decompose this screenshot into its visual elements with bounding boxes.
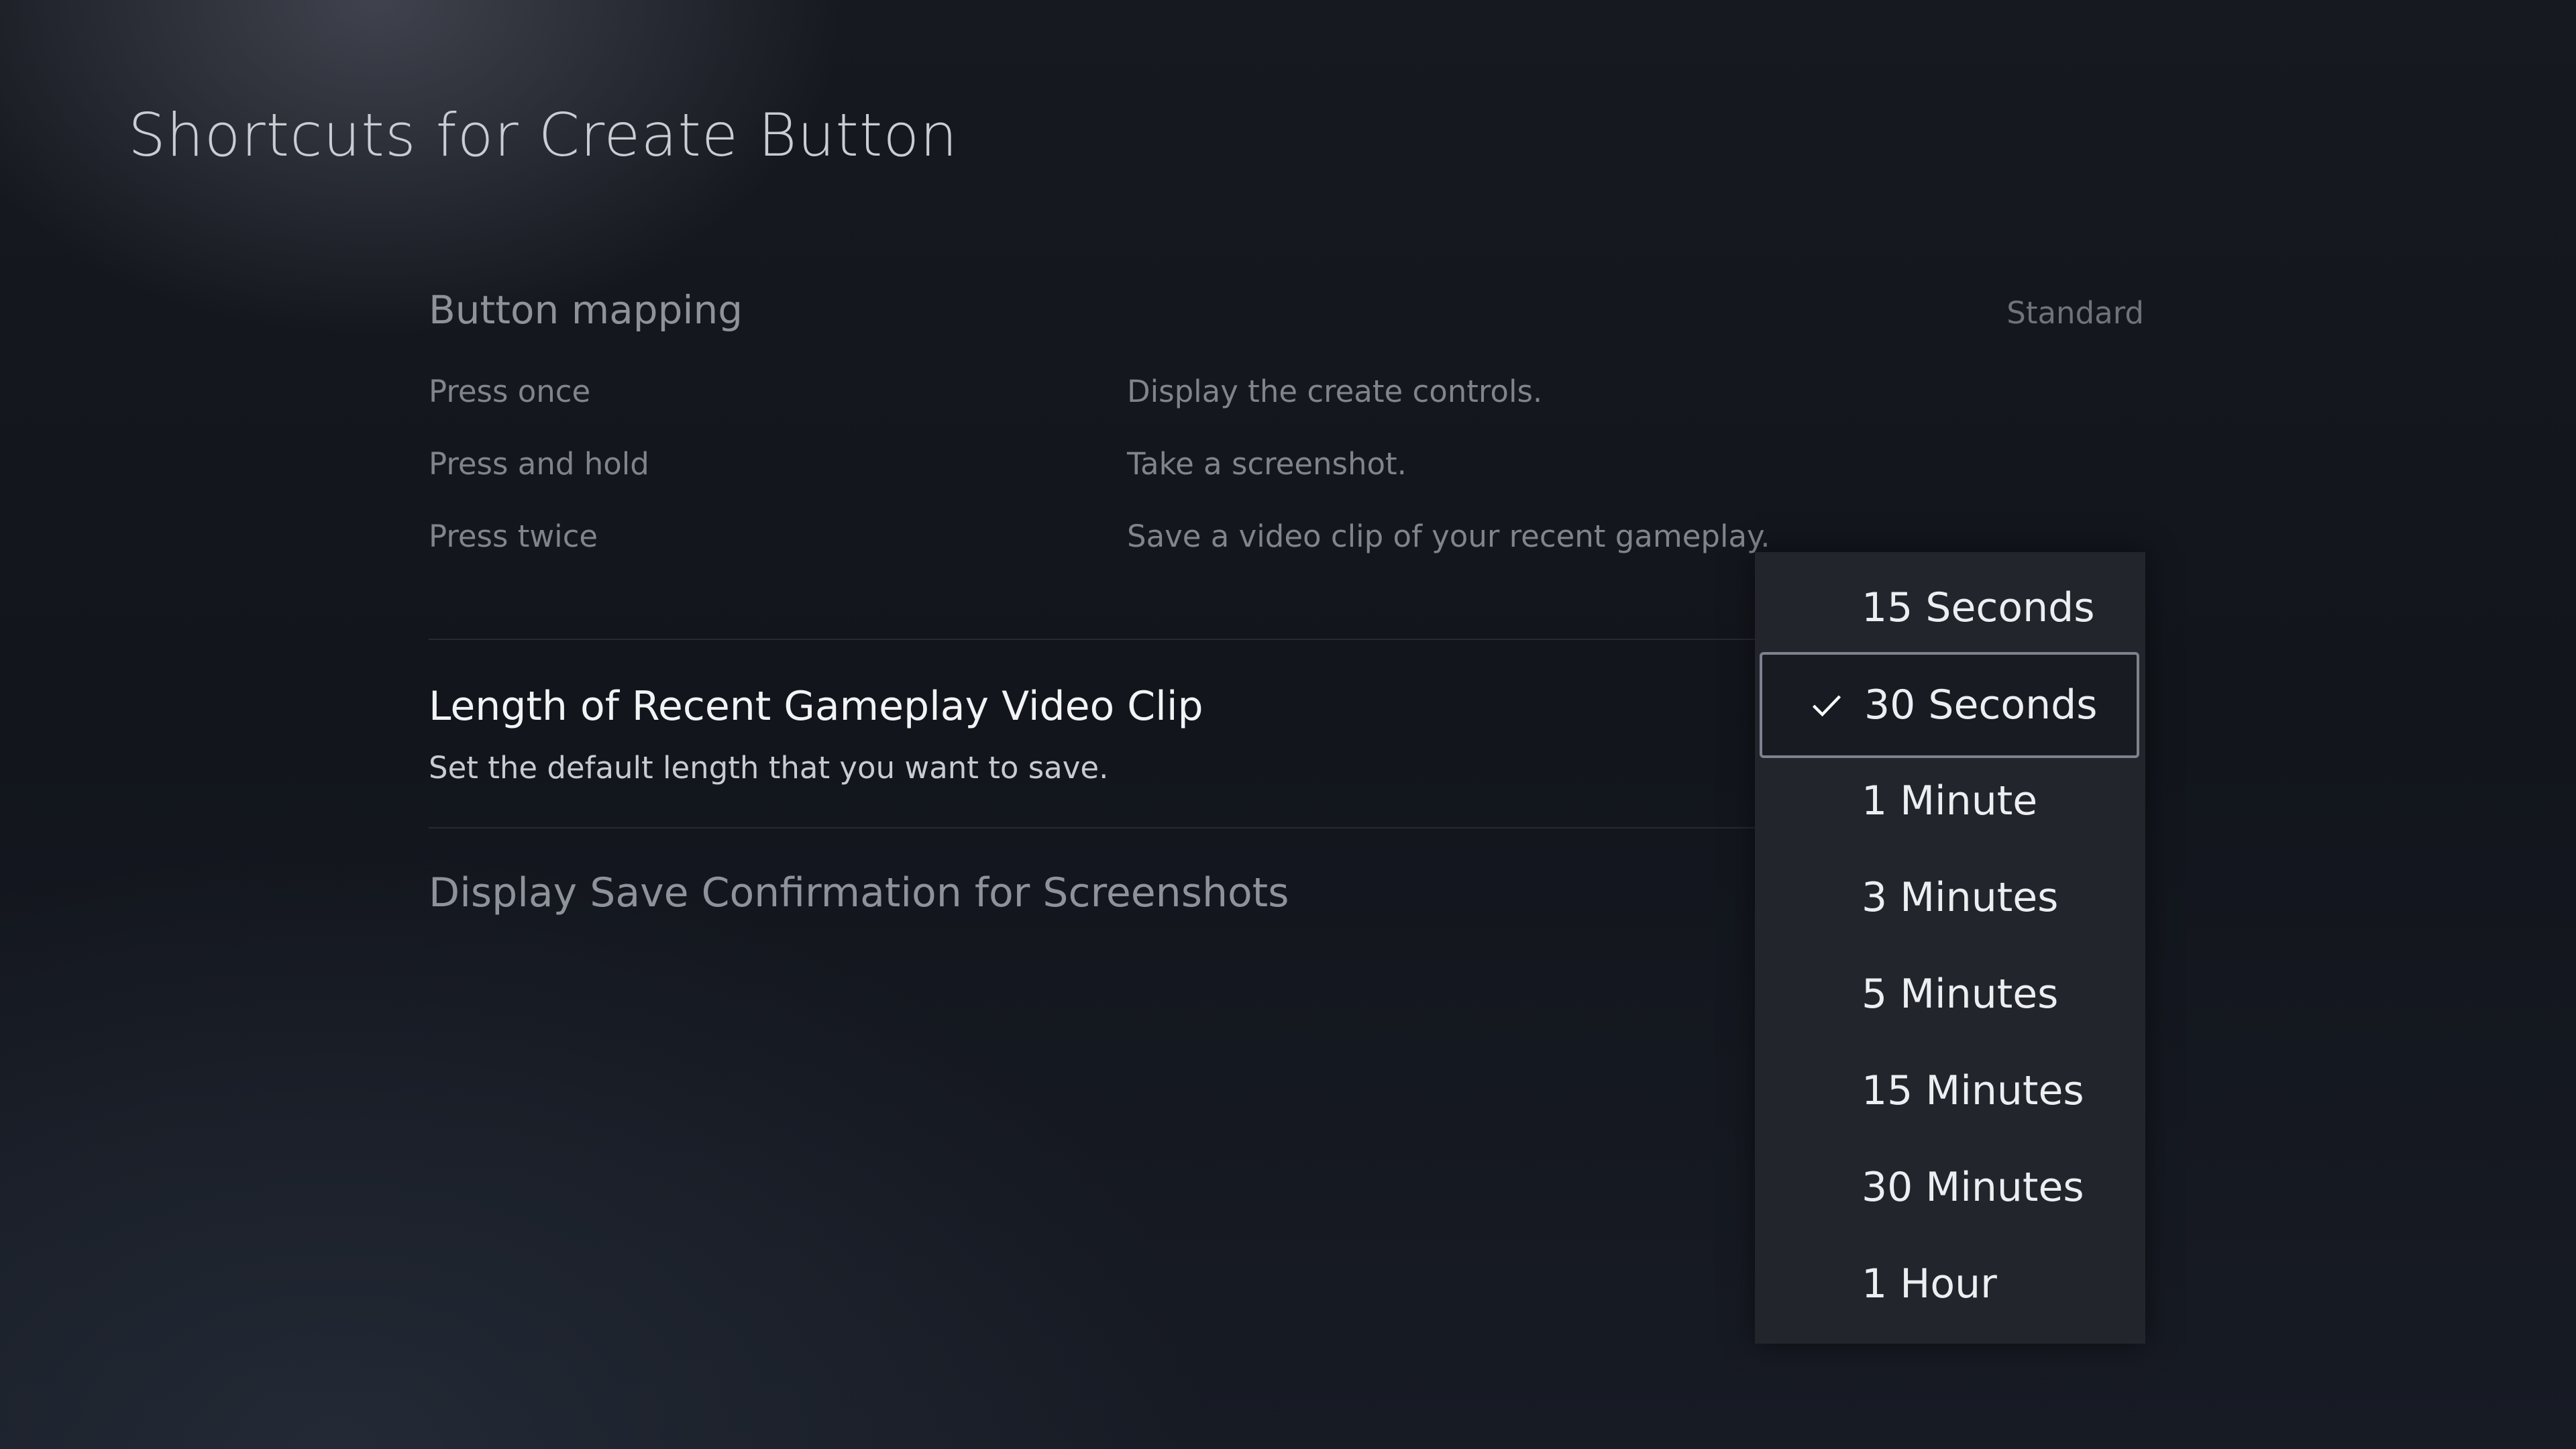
- option-label: 5 Minutes: [1862, 971, 2059, 1018]
- option-label: 15 Seconds: [1862, 584, 2095, 631]
- option-label: 30 Seconds: [1864, 682, 2098, 729]
- button-mapping-label[interactable]: Button mapping: [429, 287, 743, 333]
- clip-length-title: Length of Recent Gameplay Video Clip: [429, 683, 1203, 730]
- checkmark-icon: [1812, 695, 1841, 717]
- option-label: 1 Hour: [1862, 1260, 1997, 1307]
- mapping-action: Press once: [429, 374, 591, 409]
- mapping-result: Take a screenshot.: [1127, 446, 1407, 482]
- option-1-minute[interactable]: 1 Minute: [1755, 753, 2145, 849]
- option-5-minutes[interactable]: 5 Minutes: [1755, 946, 2145, 1042]
- save-confirmation-setting[interactable]: Display Save Confirmation for Screenshot…: [429, 869, 1289, 916]
- option-30-seconds-selected[interactable]: 30 Seconds: [1760, 652, 2139, 758]
- option-3-minutes[interactable]: 3 Minutes: [1755, 849, 2145, 946]
- mapping-action: Press and hold: [429, 446, 649, 482]
- option-label: 30 Minutes: [1862, 1164, 2084, 1211]
- option-1-hour[interactable]: 1 Hour: [1755, 1236, 2145, 1332]
- divider: [429, 639, 1755, 640]
- option-30-minutes[interactable]: 30 Minutes: [1755, 1139, 2145, 1236]
- button-mapping-value: Standard: [2006, 295, 2144, 331]
- option-15-seconds[interactable]: 15 Seconds: [1755, 559, 2145, 656]
- option-label: 15 Minutes: [1862, 1067, 2084, 1114]
- option-15-minutes[interactable]: 15 Minutes: [1755, 1042, 2145, 1139]
- mapping-result: Save a video clip of your recent gamepla…: [1127, 519, 1770, 554]
- option-label: 1 Minute: [1862, 777, 2038, 824]
- divider: [429, 827, 1755, 828]
- clip-length-dropdown[interactable]: 15 Seconds 30 Seconds 1 Minute 3 Minutes…: [1755, 552, 2145, 1344]
- clip-length-description: Set the default length that you want to …: [429, 750, 1109, 786]
- mapping-action: Press twice: [429, 519, 598, 554]
- page-title: Shortcuts for Create Button: [128, 101, 958, 170]
- option-label: 3 Minutes: [1862, 874, 2059, 921]
- mapping-result: Display the create controls.: [1127, 374, 1543, 409]
